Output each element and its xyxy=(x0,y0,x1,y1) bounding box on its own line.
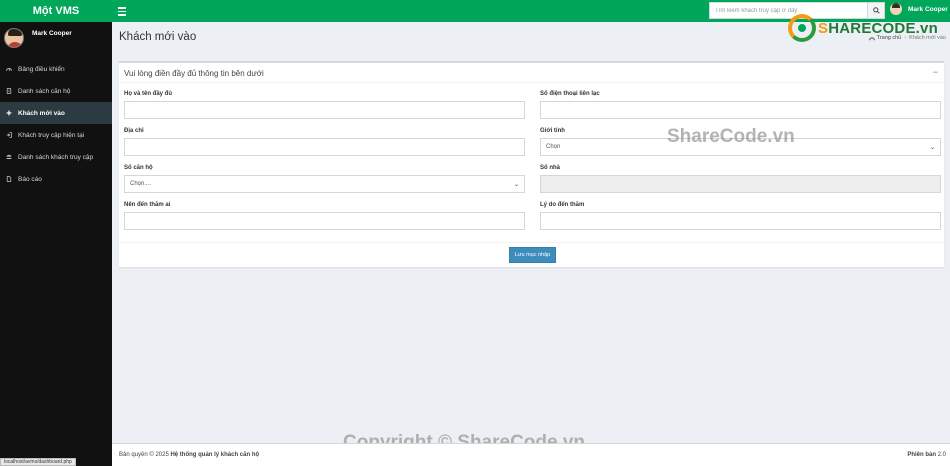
sign-in-icon xyxy=(6,132,12,138)
box-title: Vui lòng điền đầy đủ thông tin bên dưới xyxy=(124,69,264,78)
fullname-label: Họ và tên đầy đủ xyxy=(124,91,173,97)
plus-icon xyxy=(6,110,12,116)
box-footer-divider xyxy=(119,242,944,243)
browser-status-bar: localhost/avms/dashboard.php xyxy=(0,458,76,466)
avatar xyxy=(4,28,24,48)
chevron-down-icon: ⌄ xyxy=(929,144,935,151)
dashboard-icon xyxy=(6,66,12,72)
sidebar-item-current-visitors[interactable]: Khách truy cập hiện tại xyxy=(0,124,112,146)
sidebar-item-dashboard[interactable]: Bảng điều khiển xyxy=(0,58,112,80)
building-icon xyxy=(6,88,12,94)
collapse-button[interactable]: − xyxy=(933,67,938,77)
user-menu-name: Mark Cooper xyxy=(908,5,948,13)
visitor-form-box: Vui lòng điền đầy đủ thông tin bên dưới … xyxy=(119,61,944,267)
file-icon xyxy=(6,176,12,182)
sidebar: Mark Cooper Bảng điều khiển Danh sách că… xyxy=(0,22,112,466)
user-panel-name: Mark Cooper xyxy=(32,30,72,37)
sidebar-item-label: Danh sách khách truy cập xyxy=(18,153,94,161)
apartment-select-value: Chọn.... xyxy=(130,181,152,187)
sharecode-logo-icon xyxy=(788,14,816,42)
gender-select[interactable]: Chọn ⌄ xyxy=(540,138,941,156)
sharecode-logo: SHARECODE.vn xyxy=(788,14,938,42)
sidebar-item-label: Bảng điều khiển xyxy=(18,65,65,73)
address-label: Địa chỉ xyxy=(124,128,144,134)
reason-label: Lý do đến thăm xyxy=(540,202,585,208)
footer-copyright: Bản quyền © 2025 Hệ thống quản lý khách … xyxy=(119,452,260,458)
user-panel: Mark Cooper xyxy=(0,22,112,52)
sidebar-item-label: Danh sách căn hộ xyxy=(18,87,71,95)
host-label: Nên đến thăm ai xyxy=(124,202,171,208)
box-header: Vui lòng điền đầy đủ thông tin bên dưới … xyxy=(119,63,944,83)
save-entry-button[interactable]: Lưu mục nhập xyxy=(509,247,556,263)
users-icon xyxy=(6,154,12,160)
reason-field[interactable] xyxy=(540,212,941,230)
sidebar-toggle-icon[interactable] xyxy=(118,5,126,17)
apartment-label: Số căn hộ xyxy=(124,165,153,171)
house-number-field xyxy=(540,175,941,193)
apartment-select[interactable]: Chọn.... ⌄ xyxy=(124,175,525,193)
footer-version: Phiên bản 2.0 xyxy=(907,452,946,458)
search-icon xyxy=(872,7,880,14)
sidebar-item-new-visitor[interactable]: Khách mới vào xyxy=(0,102,112,124)
sidebar-item-label: Báo cáo xyxy=(18,175,42,183)
sharecode-logo-text: SHARECODE.vn xyxy=(818,19,938,37)
fullname-field[interactable] xyxy=(124,101,525,119)
gender-label: Giới tính xyxy=(540,128,565,134)
sidebar-item-apartments[interactable]: Danh sách căn hộ xyxy=(0,80,112,102)
sidebar-item-visitor-list[interactable]: Danh sách khách truy cập xyxy=(0,146,112,168)
house-number-label: Số nhà xyxy=(540,165,561,171)
phone-field[interactable] xyxy=(540,101,941,119)
sidebar-item-label: Khách mới vào xyxy=(18,109,65,117)
footer-app-name[interactable]: Hệ thống quản lý khách căn hộ xyxy=(170,452,259,458)
phone-label: Số điện thoại liên lạc xyxy=(540,91,600,97)
app-brand[interactable]: Một VMS xyxy=(0,0,112,22)
chevron-down-icon: ⌄ xyxy=(513,181,519,188)
address-field[interactable] xyxy=(124,138,525,156)
sidebar-item-label: Khách truy cập hiện tại xyxy=(18,131,85,139)
host-field[interactable] xyxy=(124,212,525,230)
sidebar-menu: Bảng điều khiển Danh sách căn hộ Khách m… xyxy=(0,58,112,190)
page-footer: Bản quyền © 2025 Hệ thống quản lý khách … xyxy=(112,443,950,466)
page-title: Khách mới vào xyxy=(119,31,197,43)
gender-select-value: Chọn xyxy=(546,144,561,150)
sidebar-item-reports[interactable]: Báo cáo xyxy=(0,168,112,190)
